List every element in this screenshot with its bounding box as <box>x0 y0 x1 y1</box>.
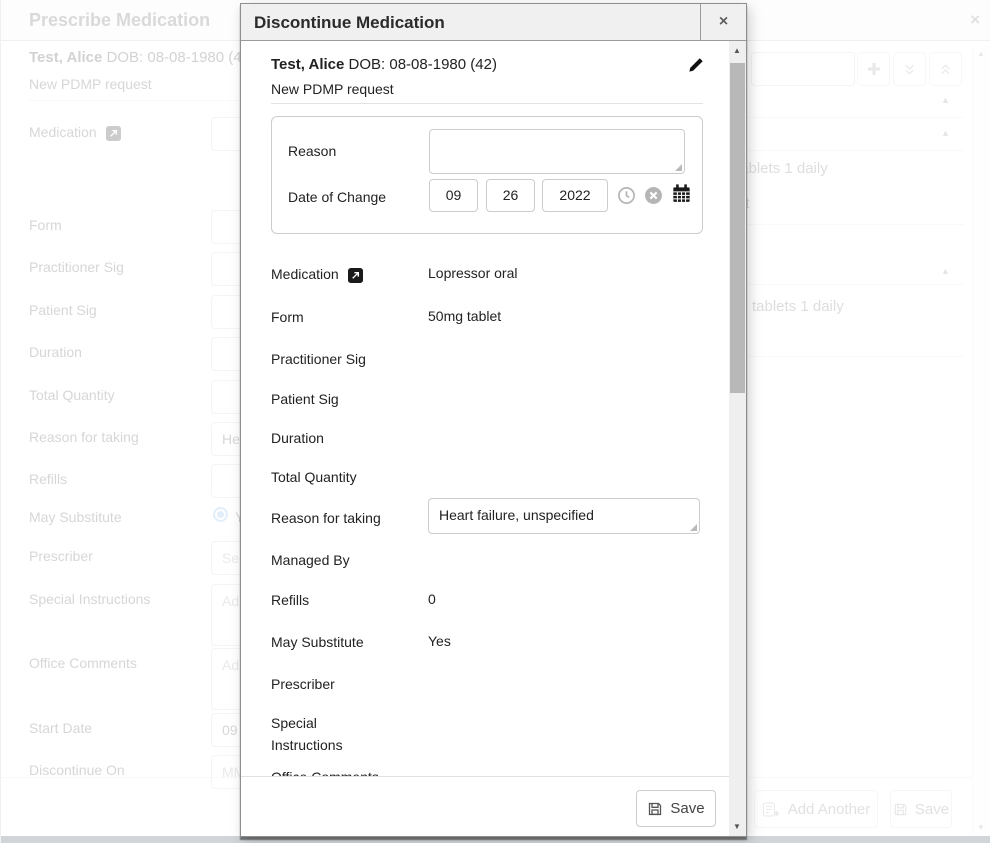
field-label-patient-sig: Patient Sig <box>271 388 381 410</box>
field-label-duration: Duration <box>271 427 381 449</box>
refills-value: 0 <box>428 591 436 607</box>
close-icon[interactable]: × <box>700 4 746 40</box>
field-label-may-substitute: May Substitute <box>271 631 381 653</box>
scroll-down-icon[interactable]: ▼ <box>733 822 741 831</box>
field-label-practitioner-sig: Practitioner Sig <box>271 348 381 370</box>
field-label-form: Form <box>271 306 381 328</box>
clear-date-icon[interactable] <box>644 186 663 205</box>
resize-handle[interactable] <box>675 164 682 171</box>
save-button[interactable]: Save <box>636 790 716 827</box>
field-label-managed-by: Managed By <box>271 549 381 571</box>
medication-value: Lopressor oral <box>428 265 518 281</box>
reason-textarea[interactable] <box>429 129 685 174</box>
field-label-prescriber: Prescriber <box>271 673 381 695</box>
edit-pencil-icon[interactable] <box>688 57 704 73</box>
divider <box>271 103 703 104</box>
patient-name: Test, Alice <box>271 56 344 73</box>
date-year-input[interactable]: 2022 <box>542 179 608 212</box>
reason-for-taking-textarea[interactable]: Heart failure, unspecified <box>428 498 700 534</box>
form-value: 50mg tablet <box>428 308 501 324</box>
dialog-scrollbar[interactable]: ▲ ▼ <box>729 41 746 836</box>
date-of-change-label: Date of Change <box>288 189 386 205</box>
date-month-input[interactable]: 09 <box>429 179 478 212</box>
patient-info: Test, Alice DOB: 08-08-1980 (42) <box>271 56 497 73</box>
field-label-reason-for-taking: Reason for taking <box>271 507 381 529</box>
save-floppy-icon <box>647 801 663 817</box>
app-window: Prescribe Medication × Test, Alice DOB: … <box>0 0 990 843</box>
external-link-icon[interactable] <box>348 268 363 283</box>
field-label-refills: Refills <box>271 589 381 611</box>
field-label-medication: Medication <box>271 263 381 285</box>
clock-icon[interactable] <box>617 186 636 205</box>
date-day-input[interactable]: 26 <box>486 179 535 212</box>
scroll-up-icon[interactable]: ▲ <box>733 46 741 55</box>
pdmp-note: New PDMP request <box>271 81 394 97</box>
calendar-icon[interactable] <box>671 183 692 204</box>
dialog-title: Discontinue Medication <box>241 4 445 40</box>
dialog-footer: Save <box>241 776 729 836</box>
scrollbar-thumb[interactable] <box>730 63 745 393</box>
change-details-box: Reason Date of Change 09 26 2022 <box>271 116 703 234</box>
patient-dob: DOB: 08-08-1980 (42) <box>349 56 497 73</box>
reason-label: Reason <box>288 143 336 159</box>
resize-handle[interactable] <box>690 524 697 531</box>
dialog-header: Discontinue Medication × <box>241 4 746 41</box>
field-label-special-instructions: Special Instructions <box>271 712 381 757</box>
may-substitute-value: Yes <box>428 633 451 649</box>
field-label-total-quantity: Total Quantity <box>271 466 381 488</box>
discontinue-medication-dialog: Discontinue Medication × Test, Alice DOB… <box>240 3 747 837</box>
